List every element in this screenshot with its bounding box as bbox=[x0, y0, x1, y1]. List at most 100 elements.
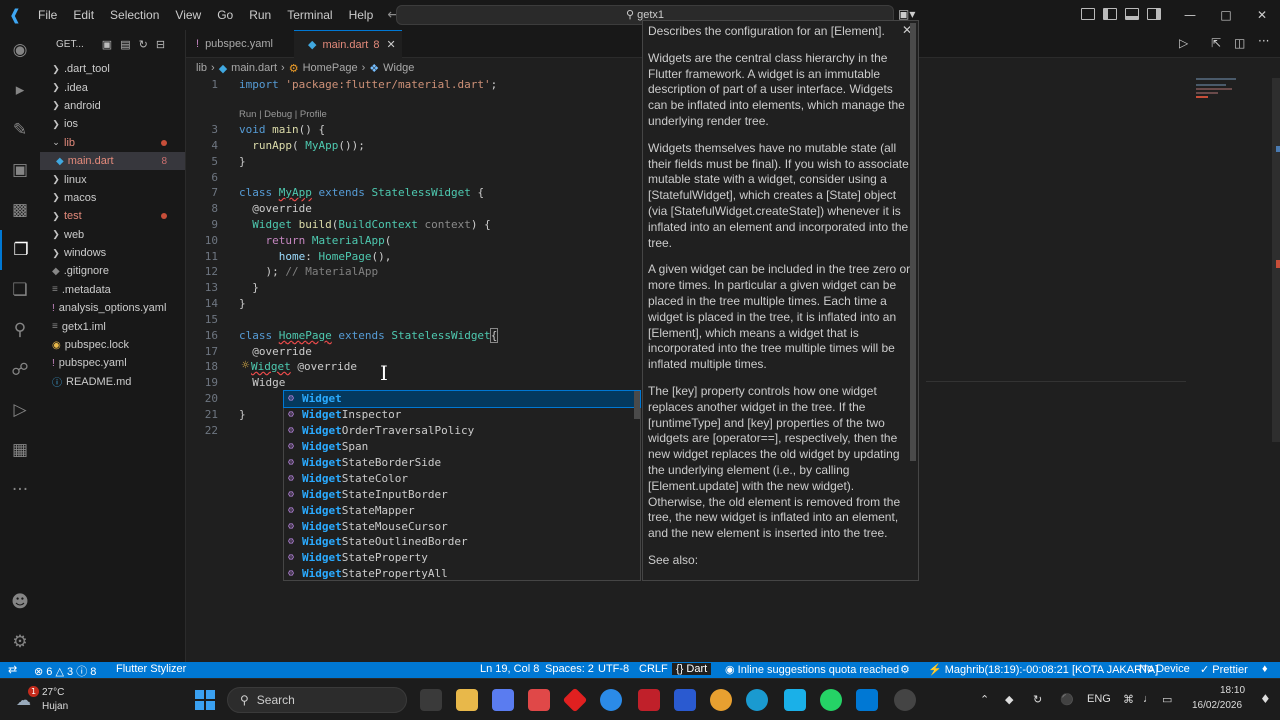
app-icon[interactable] bbox=[784, 689, 806, 711]
suggestion-item[interactable]: ⚙ Widget OrderTraversalPolicy bbox=[284, 423, 640, 439]
bell-icon[interactable]: ♦ bbox=[1262, 663, 1268, 675]
chrome-icon[interactable] bbox=[710, 689, 732, 711]
whatsapp-icon[interactable] bbox=[820, 689, 842, 711]
explorer-icon[interactable]: ❐ bbox=[0, 230, 40, 270]
refresh-icon[interactable]: ↻ bbox=[139, 38, 148, 51]
tray-sync-icon[interactable]: ↻ bbox=[1033, 693, 1042, 706]
suggestion-item[interactable]: ⚙ Widget Span bbox=[284, 439, 640, 455]
gear-icon[interactable]: ⚙ bbox=[0, 622, 40, 662]
suggestion-item[interactable]: ⚙ Widget StateInputBorder bbox=[284, 486, 640, 502]
encoding[interactable]: UTF-8 bbox=[598, 663, 629, 675]
suggestion-item[interactable]: ⚙ Widget StateProperty bbox=[284, 550, 640, 566]
layout-bottom-icon[interactable] bbox=[1125, 8, 1139, 20]
tree-file-gitignore[interactable]: ◆ .gitignore bbox=[40, 262, 185, 280]
more-icon[interactable]: ··· bbox=[0, 470, 40, 510]
device-selector[interactable]: No Device bbox=[1139, 663, 1190, 675]
taskbar-search[interactable]: ⚲ Search bbox=[227, 687, 407, 713]
line-ending[interactable]: CRLF bbox=[639, 663, 668, 675]
cursor-position[interactable]: Ln 19, Col 8 bbox=[480, 663, 539, 675]
browser-icon[interactable] bbox=[600, 689, 622, 711]
tree-folder-macos[interactable]: ❯ macos bbox=[40, 189, 185, 207]
codelens-run-debug[interactable]: Run | Debug | Profile bbox=[239, 109, 327, 120]
minimize-icon[interactable]: — bbox=[1172, 0, 1208, 30]
close-window-icon[interactable]: ✕ bbox=[1244, 0, 1280, 30]
tree-file-main-dart[interactable]: ◆ main.dart 8 bbox=[40, 151, 185, 171]
tree-folder-dart-tool[interactable]: ❯ .dart_tool bbox=[40, 60, 185, 78]
prayer-time[interactable]: ⚡ Maghrib(18:19):-00:08:21 [KOTA JAKARTA… bbox=[928, 663, 1158, 676]
mail-icon[interactable] bbox=[674, 689, 696, 711]
suggestion-item[interactable]: ⚙ Widget StateOutlinedBorder bbox=[284, 534, 640, 550]
files-icon[interactable]: ❏ bbox=[0, 270, 40, 310]
menu-edit[interactable]: Edit bbox=[65, 0, 102, 30]
indentation[interactable]: Spaces: 2 bbox=[545, 663, 594, 675]
breadcrumb-class[interactable]: HomePage bbox=[303, 62, 358, 74]
input-language[interactable]: ENG bbox=[1087, 693, 1111, 705]
new-file-icon[interactable]: ▣ bbox=[102, 38, 112, 51]
tray-app-icon[interactable]: ◆ bbox=[1005, 693, 1013, 706]
run-debug-icon[interactable]: ▸ bbox=[0, 70, 40, 110]
clock-date[interactable]: 16/02/2026 bbox=[1192, 700, 1242, 711]
wifi-icon[interactable]: ⌘ bbox=[1123, 693, 1134, 706]
remote-explorer-icon[interactable]: ▣ bbox=[0, 150, 40, 190]
tray-chevron-up-icon[interactable]: ⌃ bbox=[980, 693, 989, 706]
tree-folder-lib[interactable]: ⌄ lib bbox=[40, 134, 185, 152]
account-sync-icon[interactable]: ◉ bbox=[0, 30, 40, 70]
extensions-icon[interactable]: ▦ bbox=[0, 430, 40, 470]
tree-folder-ios[interactable]: ❯ ios bbox=[40, 115, 185, 133]
store-icon[interactable] bbox=[528, 689, 550, 711]
tree-folder-android[interactable]: ❯ android bbox=[40, 97, 185, 115]
tree-file-getx1-iml[interactable]: ≡ getx1.iml bbox=[40, 317, 185, 335]
tree-file-analysis-options[interactable]: ! analysis_options.yaml bbox=[40, 299, 185, 317]
microphone-icon[interactable]: ⚫ bbox=[1060, 693, 1074, 706]
suggestion-item[interactable]: ⚙ Widget bbox=[283, 390, 641, 408]
details-scrollbar[interactable] bbox=[910, 23, 916, 461]
source-control-icon[interactable]: ☍ bbox=[0, 350, 40, 390]
debug-icon[interactable]: ▷ bbox=[0, 390, 40, 430]
remote-icon[interactable]: ⇄ bbox=[8, 663, 17, 676]
menu-run[interactable]: Run bbox=[241, 0, 279, 30]
maximize-icon[interactable]: □ bbox=[1208, 0, 1244, 30]
account-icon[interactable]: ☻ bbox=[0, 582, 40, 622]
weather-widget[interactable]: ☁ 1 27°C Hujan bbox=[14, 685, 74, 715]
new-folder-icon[interactable]: ▤ bbox=[120, 38, 130, 51]
docker-icon[interactable]: ▩ bbox=[0, 190, 40, 230]
copilot-icon[interactable]: ▣▾ bbox=[898, 7, 915, 21]
tab-pubspec-yaml[interactable]: ! pubspec.yaml bbox=[186, 30, 292, 58]
edit-icon[interactable]: ✎ bbox=[0, 110, 40, 150]
settings-sync-icon[interactable]: ⚙ bbox=[900, 663, 910, 676]
layout-panel-icon[interactable] bbox=[1081, 8, 1095, 20]
tree-file-pubspec-yaml[interactable]: ! pubspec.yaml bbox=[40, 354, 185, 372]
collapse-all-icon[interactable]: ⊟ bbox=[156, 38, 165, 51]
language-mode[interactable]: {} Dart bbox=[672, 663, 712, 675]
anydesk-icon[interactable] bbox=[562, 687, 588, 713]
copilot-app-icon[interactable] bbox=[492, 689, 514, 711]
menu-view[interactable]: View bbox=[167, 0, 209, 30]
menu-selection[interactable]: Selection bbox=[102, 0, 167, 30]
suggestion-item[interactable]: ⚙ Widget StateBorderSide bbox=[284, 455, 640, 471]
problems-indicator[interactable]: ⊗ 6 △ 3 ⓘ 8 bbox=[34, 663, 96, 679]
menu-terminal[interactable]: Terminal bbox=[279, 0, 340, 30]
suggestion-item[interactable]: ⚙ Widget StateMapper bbox=[284, 502, 640, 518]
close-tab-icon[interactable]: ✕ bbox=[386, 38, 395, 51]
suggestion-scrollbar[interactable] bbox=[634, 391, 640, 419]
more-actions-icon[interactable]: ··· bbox=[1258, 34, 1269, 48]
layout-sidebar-icon[interactable] bbox=[1103, 8, 1117, 20]
volume-icon[interactable]: ♩ bbox=[1143, 693, 1154, 705]
tree-folder-windows[interactable]: ❯ windows bbox=[40, 244, 185, 262]
flutter-stylizer-button[interactable]: Flutter Stylizer bbox=[116, 663, 186, 675]
search-icon[interactable]: ⚲ bbox=[0, 310, 40, 350]
file-explorer-icon[interactable] bbox=[456, 689, 478, 711]
menu-go[interactable]: Go bbox=[209, 0, 241, 30]
tab-main-dart[interactable]: ◆ main.dart 8 ✕ bbox=[294, 30, 402, 58]
breadcrumb-symbol[interactable]: Widge bbox=[383, 62, 414, 74]
layout-secondary-icon[interactable] bbox=[1147, 8, 1161, 20]
github-icon[interactable] bbox=[894, 689, 916, 711]
suggestion-item[interactable]: ⚙ Widget StatePropertyAll bbox=[284, 566, 640, 582]
edge-icon[interactable] bbox=[746, 689, 768, 711]
copilot-status[interactable]: ◉ Inline suggestions quota reached bbox=[725, 663, 899, 676]
prettier-status[interactable]: ✓ Prettier bbox=[1200, 663, 1248, 676]
clock-time[interactable]: 18:10 bbox=[1220, 685, 1245, 696]
tree-file-pubspec-lock[interactable]: ◉ pubspec.lock bbox=[40, 336, 185, 354]
tree-file-readme[interactable]: ⓘ README.md bbox=[40, 373, 185, 391]
breadcrumb-lib[interactable]: lib bbox=[196, 62, 207, 74]
